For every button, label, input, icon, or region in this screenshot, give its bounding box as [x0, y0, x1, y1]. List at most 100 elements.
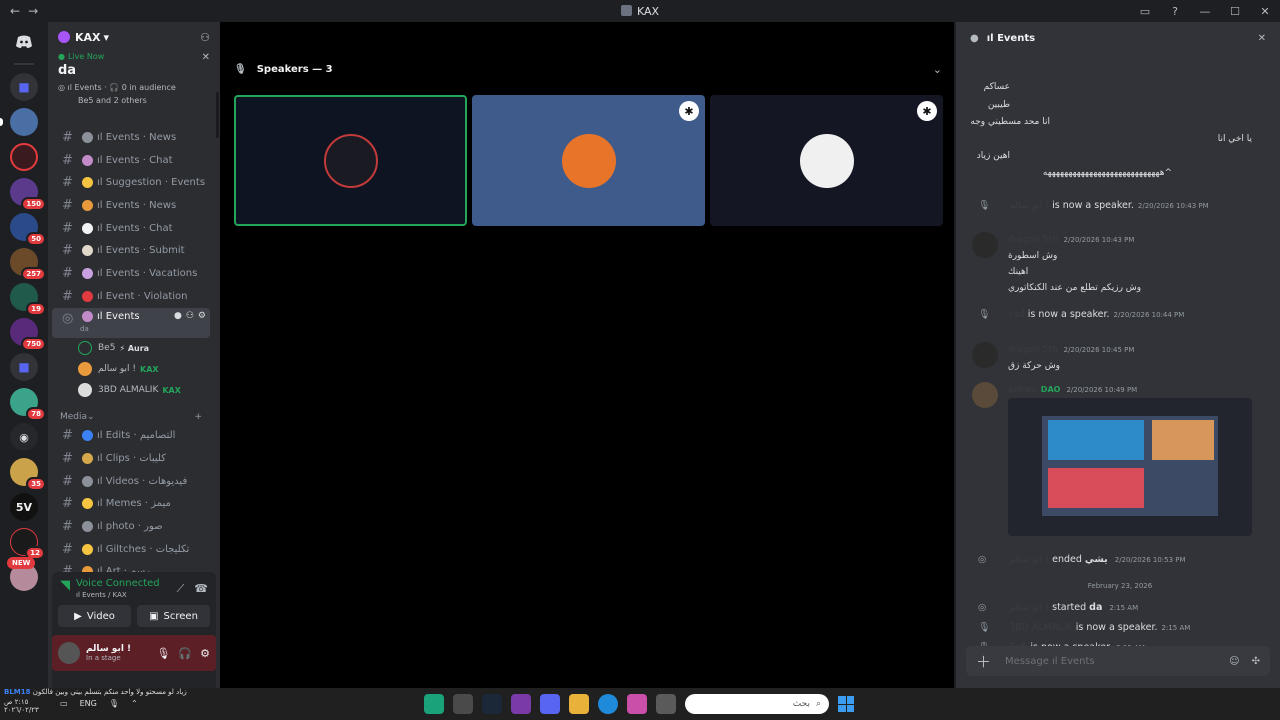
avatar[interactable] [972, 382, 998, 408]
app-icon[interactable] [453, 694, 473, 714]
channel-item[interactable]: # ıl Videos · فيديوهات [52, 470, 210, 493]
minimize-button[interactable]: — [1190, 5, 1220, 18]
folder-icon[interactable]: ■ [10, 73, 38, 101]
add-attachment-icon[interactable]: ＋ [976, 651, 991, 672]
channel-item[interactable]: # ıl Memes · ميمز [52, 493, 210, 516]
user-name[interactable]: ابو سالم ! [1009, 554, 1049, 565]
user-name[interactable]: 3BD ALMALIK [1009, 622, 1073, 633]
microphone-icon[interactable]: 🎙 [156, 647, 170, 660]
channel-item[interactable]: # ıl Giltches · تكليجات [52, 538, 210, 561]
live-now-card[interactable]: Live Now da ◎ ıl Events · 🎧 0 in audienc… [48, 52, 220, 126]
settings-gear-icon[interactable]: ⚙ [198, 311, 206, 321]
close-button[interactable]: ✕ [1250, 5, 1280, 18]
channel-item[interactable]: # ıl Edits · التصاميم [52, 425, 210, 448]
close-icon[interactable]: ✕ [202, 52, 210, 63]
avatar[interactable] [972, 342, 998, 368]
close-icon[interactable]: ✕ [1258, 33, 1266, 44]
user-name[interactable]: ابو سالم ! [1009, 200, 1049, 211]
channel-item[interactable]: # ıl Suggestion · Events [52, 171, 210, 194]
chevron-down-icon[interactable]: ⌄ [933, 63, 942, 76]
channel-item[interactable]: # ıl Events · News [52, 126, 210, 149]
author-name[interactable]: dragon 5th [1008, 345, 1058, 355]
chevron-up-icon[interactable]: ⌃ [131, 699, 138, 708]
server-icon[interactable]: 12 [10, 528, 45, 560]
voice-user[interactable]: Be5 ⚡ Aura [48, 338, 214, 359]
headphones-icon[interactable]: 🎧 [178, 647, 192, 660]
channel-item[interactable]: # ıl photo · صور [52, 515, 210, 538]
voice-user[interactable]: ابو سالم ! KAX [48, 359, 214, 380]
message-input[interactable]: Message ıl Events [1005, 656, 1095, 667]
edge-icon[interactable] [598, 694, 618, 714]
stage-channel-active[interactable]: ◎ ıl Events da ● ⚇ ⚙ [52, 307, 210, 338]
folder-icon[interactable]: ■ [10, 353, 38, 381]
user-panel: ◥ Voice Connected ıl Events / KAX ⟋ ☎ ▶ V… [52, 572, 216, 688]
network-icon[interactable]: ▭ [60, 699, 68, 708]
author-name[interactable]: dragon 5th [1008, 235, 1058, 245]
server-icon[interactable]: 35 [10, 458, 46, 491]
user-name[interactable]: rad [1009, 309, 1025, 320]
server-header[interactable]: KAX ▾ ⚇ [48, 22, 220, 52]
image-attachment[interactable] [1008, 398, 1252, 536]
channel-item[interactable]: # ıl Clips · كليبات [52, 447, 210, 470]
clock-time[interactable]: ٢:١٥ ص [4, 698, 28, 706]
avatar[interactable] [58, 642, 80, 664]
windows-start-icon[interactable] [838, 696, 854, 712]
channel-item[interactable]: # ıl Events · Chat [52, 149, 210, 172]
file-explorer-icon[interactable] [569, 694, 589, 714]
author-name[interactable]: ashwa [1008, 385, 1037, 395]
video-button[interactable]: ▶ Video [58, 605, 131, 627]
avatar[interactable] [972, 232, 998, 258]
clock-date[interactable]: ٢٠٢٦/٠٢/٢٣ [4, 706, 39, 714]
server-icon[interactable]: 150 [10, 178, 46, 211]
speaker-tile[interactable] [234, 95, 467, 226]
app-icon[interactable] [511, 694, 531, 714]
help-icon[interactable]: ? [1160, 5, 1190, 18]
invite-icon[interactable]: ⚇ [186, 311, 194, 321]
microphone-icon[interactable]: 🎙 [109, 699, 119, 708]
language-indicator[interactable]: ENG [80, 699, 97, 708]
disconnect-icon[interactable]: ☎ [194, 582, 208, 596]
eye-icon[interactable]: ◉ [10, 423, 38, 451]
discord-icon[interactable] [540, 694, 560, 714]
server-icon-5v[interactable]: 5V [10, 493, 38, 521]
screen-share-button[interactable]: ▣ Screen [137, 605, 210, 627]
copilot-icon[interactable] [627, 694, 647, 714]
back-arrow-icon[interactable]: ← [10, 4, 20, 18]
app-icon[interactable] [424, 694, 444, 714]
voice-user[interactable]: 3BD ALMALIK KAX [48, 380, 214, 401]
forward-arrow-icon[interactable]: → [28, 4, 38, 18]
channel-item[interactable]: # ıl Events · Submit [52, 239, 210, 262]
taskbar-search[interactable]: بحث ⌕ [685, 694, 829, 714]
server-icon[interactable]: 750 [10, 318, 46, 351]
channel-item[interactable]: # ıl Events · News [52, 194, 210, 217]
channel-item[interactable]: # ıl Events · Vacations [52, 262, 210, 285]
app-icon[interactable] [656, 694, 676, 714]
category-media[interactable]: Media ⌄ + [48, 401, 214, 425]
server-icon[interactable]: 19 [10, 283, 46, 316]
maximize-button[interactable]: ☐ [1220, 5, 1250, 18]
steam-icon[interactable] [482, 694, 502, 714]
server-icon[interactable]: 78 [10, 388, 46, 421]
server-icon[interactable]: 50 [10, 213, 46, 246]
speaker-tile[interactable]: ✱ [472, 95, 705, 226]
settings-gear-icon[interactable]: ⚙ [200, 647, 210, 660]
server-icon[interactable]: 257 [10, 248, 46, 281]
discord-home-icon[interactable] [10, 28, 38, 56]
user-name[interactable]: ابو سالم ! [1009, 602, 1049, 613]
add-channel-icon[interactable]: + [194, 412, 202, 422]
speaker-tile[interactable]: ✱ [710, 95, 943, 226]
noise-suppression-icon[interactable]: ⟋ [177, 582, 185, 596]
signal-icon[interactable]: ◥ [60, 578, 70, 593]
voice-location[interactable]: ıl Events / KAX [76, 591, 160, 599]
server-icon[interactable] [0, 108, 38, 136]
apps-icon[interactable]: ✣ [1252, 656, 1260, 667]
server-icon-kax[interactable] [10, 143, 38, 171]
inbox-icon[interactable]: ▭ [1130, 5, 1160, 18]
chat-bubble-icon[interactable]: ● [174, 311, 182, 321]
emoji-icon[interactable]: ☺ [1229, 656, 1239, 667]
message-composer[interactable]: ＋ Message ıl Events ☺ ✣ [966, 646, 1270, 676]
add-member-icon[interactable]: ⚇ [200, 31, 210, 44]
channel-item[interactable]: # ıl Event · Violation [52, 285, 210, 308]
channel-item[interactable]: # ıl Events · Chat [52, 217, 210, 240]
scrollbar[interactable] [216, 92, 219, 138]
